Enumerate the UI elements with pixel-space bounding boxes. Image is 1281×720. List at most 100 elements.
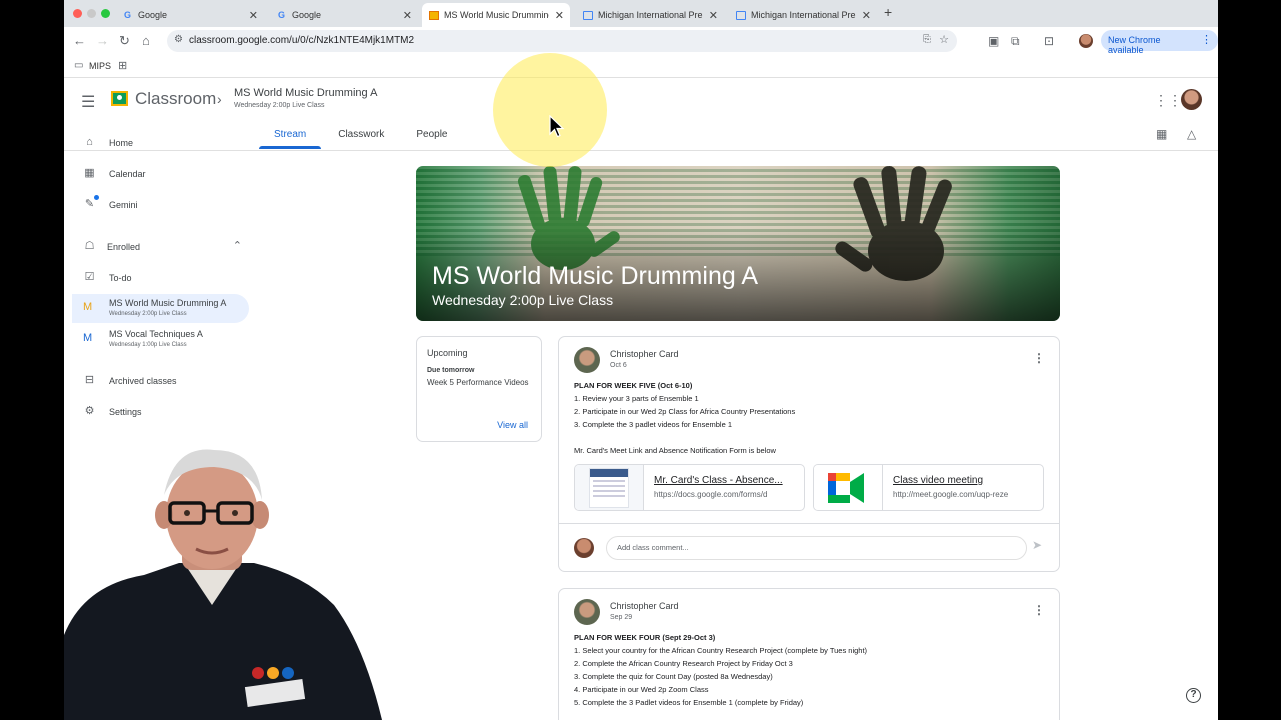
sidebar-item-label: Enrolled	[107, 242, 141, 252]
sidebar-item-label: Home	[109, 138, 134, 148]
course-tabs: Stream Classwork People	[259, 123, 465, 149]
attachment-video-meeting[interactable]: Class video meeting http://meet.google.c…	[813, 464, 1044, 511]
attachment-title: Class video meeting	[893, 475, 984, 486]
bookmark-star-icon[interactable]: ☆	[939, 33, 949, 46]
banner-subtitle: Wednesday 2:00p Live Class	[432, 292, 614, 308]
attachment-url: https://docs.google.com/forms/d	[654, 490, 768, 499]
view-all-link[interactable]: View all	[497, 420, 528, 430]
close-window-button[interactable]	[73, 9, 82, 18]
site-info-icon[interactable]: ⚙	[174, 34, 183, 45]
back-icon[interactable]: ←	[73, 33, 86, 48]
browser-tab[interactable]: Michigan International Prep S ✕	[729, 3, 877, 27]
tab-title: MS World Music Drumming A	[444, 10, 549, 20]
close-tab-icon[interactable]: ✕	[555, 9, 564, 22]
sidebar-item-calendar[interactable]: ▦ Calendar	[72, 159, 249, 188]
cursor-highlight	[493, 53, 607, 167]
browser-tab-active[interactable]: MS World Music Drumming A ✕	[422, 3, 570, 27]
close-tab-icon[interactable]: ✕	[709, 9, 718, 22]
post-heading: PLAN FOR WEEK FOUR (Sept 29-Oct 3)	[574, 633, 716, 642]
close-tab-icon[interactable]: ✕	[249, 9, 258, 22]
sidebar-class-drumming[interactable]: M MS World Music Drumming A Wednesday 2:…	[72, 294, 249, 323]
classroom-logo-icon[interactable]	[111, 91, 128, 106]
classroom-favicon-icon	[428, 10, 439, 21]
sidebar-item-home[interactable]: ⌂ Home	[72, 128, 249, 157]
sidebar-item-archived[interactable]: ⊟ Archived classes	[72, 366, 249, 395]
classroom-brand[interactable]: Classroom	[135, 89, 216, 109]
reload-icon[interactable]: ↻	[119, 33, 130, 49]
google-icon: G	[123, 10, 131, 20]
slides-favicon-icon	[582, 10, 593, 21]
tab-title: Michigan International Prep S	[598, 10, 703, 20]
sidebar-item-settings[interactable]: ⚙ Settings	[72, 397, 249, 426]
post-heading: PLAN FOR WEEK FIVE (Oct 6-10)	[574, 381, 693, 390]
settings-gear-icon: ⚙	[84, 405, 95, 417]
sidebar-item-label: Archived classes	[109, 376, 177, 386]
drive-icon[interactable]: △	[1187, 127, 1196, 141]
address-bar[interactable]: ⚙ classroom.google.com/u/0/c/Nzk1NTE4Mjk…	[167, 30, 957, 52]
profile-avatar-small[interactable]	[1079, 34, 1093, 48]
home-browser-icon[interactable]: ⌂	[142, 33, 150, 48]
url-text: classroom.google.com/u/0/c/Nzk1NTE4Mjk1M…	[189, 35, 415, 46]
post-date: Oct 6	[610, 362, 627, 369]
upcoming-due-label: Due tomorrow	[427, 367, 475, 374]
sidebar-item-todo[interactable]: ☑ To-do	[72, 263, 249, 292]
cast-icon[interactable]: ▣	[988, 34, 999, 48]
slides-favicon-icon	[735, 10, 746, 21]
help-icon[interactable]: ?	[1186, 688, 1201, 703]
sidebar-item-label: Calendar	[109, 169, 146, 179]
class-subtitle: Wednesday 1:00p Live Class	[109, 342, 187, 348]
post-line: 4. Participate in our Wed 2p Zoom Class	[574, 685, 709, 694]
new-tab-button[interactable]: +	[884, 4, 892, 20]
extensions-icon[interactable]: ⧉	[1011, 34, 1020, 49]
browser-tab[interactable]: Michigan International Prep S ✕	[576, 3, 724, 27]
post-body: PLAN FOR WEEK FIVE (Oct 6-10) 1. Review …	[574, 379, 1044, 457]
post-more-options-icon[interactable]: ⋮	[1033, 603, 1045, 617]
send-comment-icon[interactable]: ➤	[1032, 538, 1042, 552]
sidebar-item-gemini[interactable]: ✎ Gemini	[72, 190, 249, 219]
browser-tab[interactable]: G Google ✕	[116, 3, 264, 27]
post-line: 2. Participate in our Wed 2p Class for A…	[574, 407, 796, 416]
folder-icon: ▭	[74, 60, 84, 71]
apps-shortcut-icon[interactable]: ⊞	[118, 59, 127, 72]
form-thumbnail	[575, 465, 644, 510]
tab-classwork[interactable]: Classwork	[323, 123, 399, 149]
class-letter-avatar: M	[83, 301, 93, 313]
new-chrome-available-button[interactable]: New Chrome available ⋮	[1101, 30, 1218, 55]
zoom-window-button[interactable]	[101, 9, 110, 18]
attachment-absence-form[interactable]: Mr. Card's Class - Absence... https://do…	[574, 464, 805, 511]
tab-people[interactable]: People	[401, 123, 462, 149]
class-subtitle: Wednesday 2:00p Live Class	[109, 311, 187, 317]
class-name: MS Vocal Techniques A	[109, 329, 203, 339]
minimize-window-button[interactable]	[87, 9, 96, 18]
upcoming-assignment-link[interactable]: Week 5 Performance Videos	[427, 377, 531, 389]
tab-strip: G Google ✕ G Google ✕ MS World Music Dru…	[64, 0, 1218, 27]
class-banner: MS World Music Drumming A Wednesday 2:00…	[416, 166, 1060, 321]
install-app-icon[interactable]: ⎘	[923, 34, 931, 45]
stream-post: Christopher Card Oct 6 ⋮ PLAN FOR WEEK F…	[558, 336, 1060, 572]
tab-stream[interactable]: Stream	[259, 123, 322, 149]
banner-title: MS World Music Drumming A	[432, 262, 758, 290]
todo-icon: ☑	[84, 271, 95, 283]
breadcrumb-chevron-icon: ›	[217, 91, 222, 107]
close-tab-icon[interactable]: ✕	[862, 9, 871, 22]
archive-icon: ⊟	[84, 374, 95, 386]
close-tab-icon[interactable]: ✕	[403, 9, 412, 22]
bookmark-mips[interactable]: MIPS	[89, 61, 111, 71]
tab-search-icon[interactable]: ⊡	[1044, 34, 1054, 48]
sidebar-item-label: Settings	[109, 407, 142, 417]
main-menu-icon[interactable]: ☰	[81, 92, 95, 112]
sidebar-enrolled-toggle[interactable]: ☖ Enrolled ⌃	[72, 232, 249, 261]
browser-tab[interactable]: G Google ✕	[270, 3, 418, 27]
upcoming-card: Upcoming Due tomorrow Week 5 Performance…	[416, 336, 542, 442]
post-line: 5. Complete the 3 Padlet videos for Ense…	[574, 698, 804, 707]
course-title[interactable]: MS World Music Drumming A	[234, 87, 377, 99]
post-note: Mr. Card's Meet Link and Absence Notific…	[574, 446, 776, 455]
browser-window: G Google ✕ G Google ✕ MS World Music Dru…	[64, 0, 1218, 720]
account-avatar[interactable]	[1181, 89, 1202, 110]
post-more-options-icon[interactable]: ⋮	[1033, 351, 1045, 365]
class-comment-input[interactable]: Add class comment...	[606, 536, 1027, 560]
chrome-menu-icon[interactable]: ⋮	[1201, 33, 1212, 46]
forward-icon[interactable]: →	[96, 33, 109, 48]
calendar-header-icon[interactable]: ▦	[1156, 127, 1167, 141]
sidebar-class-vocal[interactable]: M MS Vocal Techniques A Wednesday 1:00p …	[72, 325, 249, 354]
